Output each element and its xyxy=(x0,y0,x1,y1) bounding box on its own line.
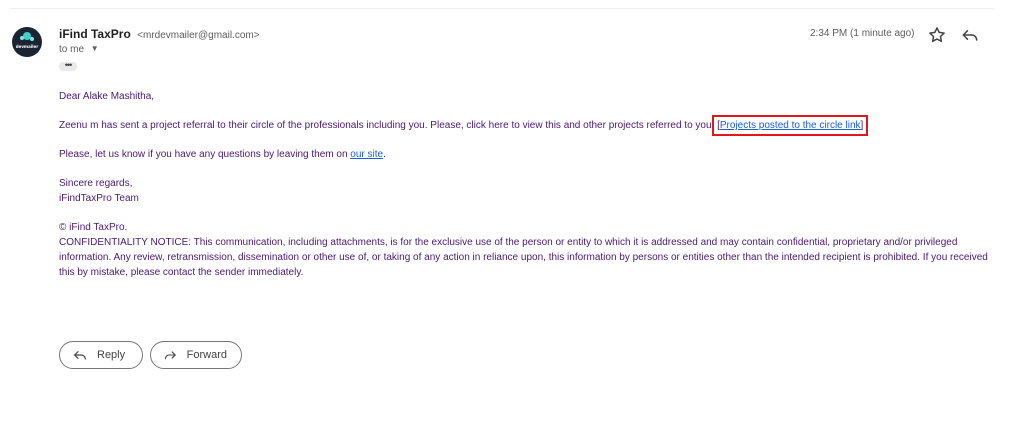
reply-icon xyxy=(74,351,86,360)
recipient-label: to me xyxy=(59,44,85,55)
star-icon[interactable] xyxy=(927,25,947,45)
confidentiality-notice: CONFIDENTIALITY NOTICE: This communicati… xyxy=(59,237,988,278)
forward-label: Forward xyxy=(186,349,227,361)
highlighted-link-box: [Projects posted to the circle link] xyxy=(712,115,869,136)
logo-mark-dot xyxy=(30,37,34,41)
forward-icon xyxy=(164,351,176,360)
greeting: Dear Alake Mashitha, xyxy=(59,91,155,102)
email-body: Dear Alake Mashitha, Zeenu m has sent a … xyxy=(59,89,994,280)
paragraph-referral: Zeenu m has sent a project referral to t… xyxy=(59,115,994,136)
header-divider xyxy=(10,8,994,9)
projects-link[interactable]: Projects posted to the circle link xyxy=(720,120,861,131)
reply-label: Reply xyxy=(97,349,126,361)
team-name: iFindTaxPro Team xyxy=(59,193,139,204)
signoff: Sincere regards, xyxy=(59,178,133,189)
sender-email: <mrdevmailer@gmail.com> xyxy=(137,30,260,41)
paragraph-questions: Please, let us know if you have any ques… xyxy=(59,147,994,162)
reply-icon[interactable] xyxy=(960,25,980,45)
referral-text: Zeenu m has sent a project referral to t… xyxy=(59,120,715,131)
chevron-down-icon[interactable]: ▼ xyxy=(91,44,99,53)
copyright: © iFind TaxPro. xyxy=(59,222,128,233)
logo-mark-dot xyxy=(20,36,24,40)
timestamp: 2:34 PM (1 minute ago) xyxy=(810,28,915,39)
link-bracket-close: ] xyxy=(860,120,864,131)
our-site-link[interactable]: our site xyxy=(350,149,383,160)
questions-period: . xyxy=(383,149,386,160)
avatar-text: devmailer xyxy=(15,44,39,49)
forward-button[interactable]: Forward xyxy=(150,341,242,369)
questions-text: Please, let us know if you have any ques… xyxy=(59,149,348,160)
sender-name[interactable]: iFind TaxPro xyxy=(59,27,131,41)
recipient-details[interactable]: to me ▼ xyxy=(59,44,99,55)
reply-button[interactable]: Reply xyxy=(59,341,143,369)
avatar[interactable]: devmailer xyxy=(12,27,42,57)
sender-row: iFind TaxPro <mrdevmailer@gmail.com> xyxy=(59,27,260,41)
more-icon[interactable]: ••• xyxy=(59,61,77,71)
